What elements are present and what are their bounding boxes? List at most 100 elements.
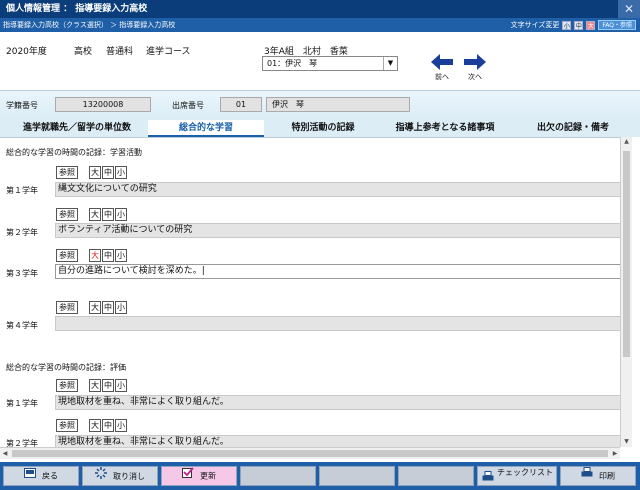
font-size-label: 文字サイズ変更: [510, 21, 560, 29]
size-medium-button[interactable]: 中: [102, 249, 114, 262]
tab-integrated-study[interactable]: 総合的な学習: [148, 120, 264, 137]
tab-guidance-notes[interactable]: 指導上参考となる諸事項: [380, 120, 510, 137]
size-small-button[interactable]: 小: [115, 419, 127, 432]
size-medium-button[interactable]: 中: [102, 166, 114, 179]
student-header: 2020年度 高校 普通科 進学コース 3年A組 北村 香菜 01：伊沢 琴 ▼…: [0, 32, 640, 90]
prev-label: 前へ: [435, 73, 449, 81]
horizontal-scroll-thumb[interactable]: [12, 450, 608, 457]
size-medium-button[interactable]: 中: [102, 301, 114, 314]
reference-button[interactable]: 参照: [56, 379, 78, 392]
size-medium-button[interactable]: 中: [102, 208, 114, 221]
empty-button: [319, 466, 395, 486]
check-icon: [182, 467, 194, 485]
learning-activity-field[interactable]: ボランティア活動についての研究: [55, 223, 621, 238]
breadcrumb-bar: 指導要録入力高校（クラス選択） ＞ 指導要録入力高校 文字サイズ変更 小 中 大…: [0, 18, 640, 32]
learning-activity-field[interactable]: 自分の進路について検討を深めた。|: [55, 264, 621, 279]
horizontal-scrollbar[interactable]: ◀ ▶: [0, 447, 620, 459]
font-size-small-button[interactable]: 小: [562, 20, 572, 30]
font-size-group: 大 中 小: [89, 166, 127, 179]
grade-label: 第１学年: [6, 399, 38, 408]
learning-activity-field[interactable]: [55, 316, 621, 331]
font-size-large-button[interactable]: 大: [586, 20, 596, 30]
update-button[interactable]: 更新: [161, 466, 237, 486]
course-name: 進学コース: [146, 47, 191, 57]
reference-button[interactable]: 参照: [56, 166, 78, 179]
faq-button[interactable]: FAQ・参照: [598, 20, 636, 30]
scroll-right-icon[interactable]: ▶: [610, 448, 620, 460]
student-name-field: 伊沢 琴: [266, 97, 410, 112]
section-evaluation-title: 総合的な学習の時間の記録：評価: [6, 363, 126, 372]
size-small-button[interactable]: 小: [115, 208, 127, 221]
print-button[interactable]: 印刷: [560, 466, 636, 486]
scroll-down-icon[interactable]: ▼: [621, 437, 632, 447]
size-large-button[interactable]: 大: [89, 249, 101, 262]
next-label: 次へ: [468, 73, 482, 81]
font-size-group: 大 中 小: [89, 419, 127, 432]
print-label: 印刷: [599, 471, 615, 481]
evaluation-field[interactable]: 現地取材を重ね、非常によく取り組んだ。: [55, 435, 621, 447]
learning-activity-field[interactable]: 縄文文化についての研究: [55, 182, 621, 197]
printer-icon: [482, 471, 494, 484]
size-small-button[interactable]: 小: [115, 301, 127, 314]
arrow-right-icon: [464, 54, 486, 70]
school-year: 2020年度: [6, 47, 47, 57]
tab-career[interactable]: 進学就職先／留学の単位数: [8, 120, 146, 137]
close-icon[interactable]: ✕: [618, 0, 640, 18]
empty-button: [240, 466, 316, 486]
window-titlebar: 個人情報管理 ： 指導要録入力高校 ✕: [0, 0, 640, 18]
font-size-medium-button[interactable]: 中: [574, 20, 584, 30]
size-large-button[interactable]: 大: [89, 166, 101, 179]
size-small-button[interactable]: 小: [115, 166, 127, 179]
tab-special-activities[interactable]: 特別活動の記録: [268, 120, 378, 137]
student-select-value: 01：伊沢 琴: [267, 59, 318, 68]
grade-label: 第１学年: [6, 186, 38, 195]
scroll-left-icon[interactable]: ◀: [0, 448, 10, 460]
student-no-field: 13200008: [55, 97, 151, 112]
reference-button[interactable]: 参照: [56, 419, 78, 432]
reference-button[interactable]: 参照: [56, 249, 78, 262]
size-large-button[interactable]: 大: [89, 301, 101, 314]
vertical-scrollbar[interactable]: ▲ ▼: [620, 137, 632, 447]
size-large-button[interactable]: 大: [89, 208, 101, 221]
checklist-label: チェックリスト: [497, 468, 553, 477]
spinner-icon: [95, 467, 107, 486]
reference-button[interactable]: 参照: [56, 301, 78, 314]
back-icon: [24, 467, 36, 485]
content-area: 総合的な学習の時間の記録：学習活動 参照 大 中 小 第１学年 縄文文化について…: [0, 137, 632, 447]
student-info-band: 学籍番号 13200008 出席番号 01 伊沢 琴: [0, 90, 640, 118]
checklist-button[interactable]: チェックリスト: [477, 466, 557, 486]
font-size-group: 大 中 小: [89, 379, 127, 392]
school-type: 高校: [74, 47, 93, 57]
size-large-button[interactable]: 大: [89, 419, 101, 432]
size-medium-button[interactable]: 中: [102, 419, 114, 432]
size-small-button[interactable]: 小: [115, 249, 127, 262]
size-small-button[interactable]: 小: [115, 379, 127, 392]
size-large-button[interactable]: 大: [89, 379, 101, 392]
printer-icon: [581, 467, 593, 485]
prev-button[interactable]: 前へ: [425, 54, 459, 82]
tab-attendance[interactable]: 出欠の記録・備考: [512, 120, 634, 137]
grade-label: 第２学年: [6, 439, 38, 447]
arrow-left-icon: [431, 54, 453, 70]
evaluation-field[interactable]: 現地取材を重ね、非常によく取り組んだ。: [55, 395, 621, 410]
grade-label: 第４学年: [6, 321, 38, 330]
empty-button: [398, 466, 474, 486]
cancel-button[interactable]: 取り消し: [82, 466, 158, 486]
course-type: 普通科: [106, 47, 134, 57]
attendance-no-field: 01: [220, 97, 262, 112]
window-title: 個人情報管理 ： 指導要録入力高校: [6, 4, 148, 14]
font-size-group: 大 中 小: [89, 301, 127, 314]
chevron-down-icon[interactable]: ▼: [383, 57, 397, 70]
grade-label: 第３学年: [6, 269, 38, 278]
breadcrumb[interactable]: 指導要録入力高校（クラス選択） ＞ 指導要録入力高校: [3, 21, 175, 29]
cancel-label: 取り消し: [113, 472, 145, 481]
vertical-scroll-thumb[interactable]: [623, 151, 630, 357]
next-button[interactable]: 次へ: [458, 54, 492, 82]
reference-button[interactable]: 参照: [56, 208, 78, 221]
size-medium-button[interactable]: 中: [102, 379, 114, 392]
student-select[interactable]: 01：伊沢 琴 ▼: [262, 56, 398, 71]
font-size-group: 大 中 小: [89, 249, 127, 262]
scroll-up-icon[interactable]: ▲: [621, 137, 632, 147]
back-button[interactable]: 戻る: [3, 466, 79, 486]
tab-bar: 進学就職先／留学の単位数 総合的な学習 特別活動の記録 指導上参考となる諸事項 …: [0, 118, 640, 137]
